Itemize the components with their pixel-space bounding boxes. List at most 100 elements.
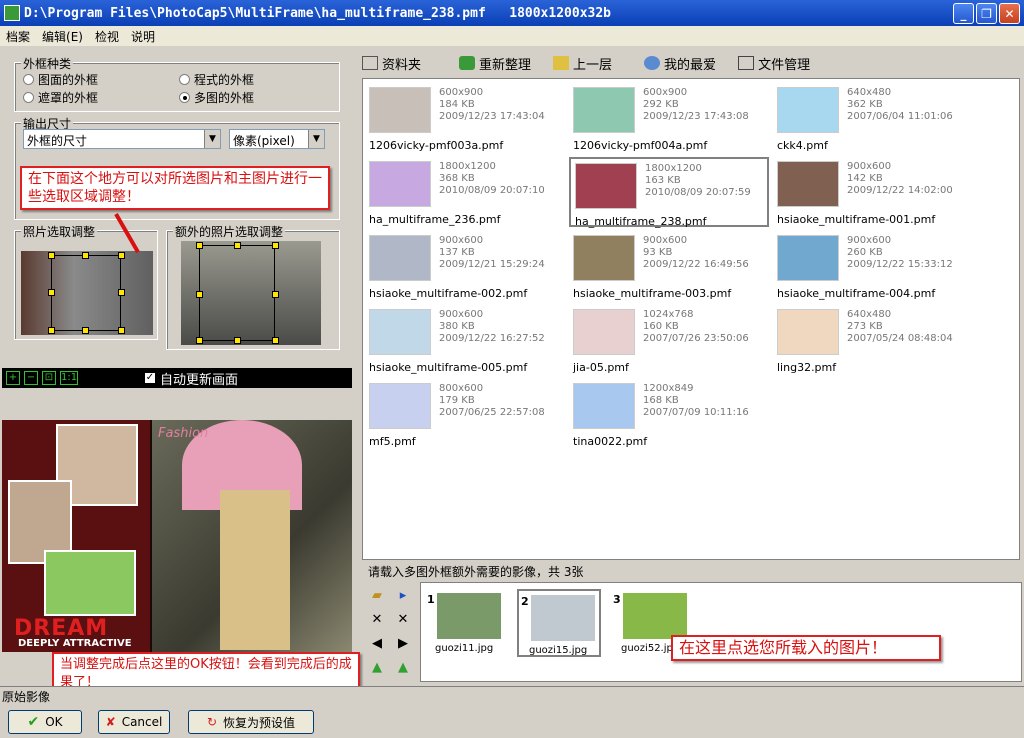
file-date: 2007/07/26 23:50:06	[643, 333, 749, 344]
file-thumbnail	[777, 235, 839, 281]
load-icon[interactable]: ▸	[394, 588, 412, 604]
file-date: 2007/05/24 08:48:04	[847, 333, 953, 344]
resize-handle[interactable]	[118, 327, 125, 334]
extra-image-slot-selected[interactable]: 2 guozi15.jpg	[517, 589, 601, 657]
rotate-right-icon[interactable]: ▲	[394, 660, 412, 676]
selection-box[interactable]	[199, 245, 275, 341]
minimize-button[interactable]: _	[953, 3, 974, 24]
file-dims: 900x600	[439, 309, 484, 320]
close-button[interactable]: ✕	[999, 3, 1020, 24]
file-meta: 1800x1200 163 KB 2010/08/09 20:07:59	[645, 163, 751, 199]
rotate-left-icon[interactable]: ▲	[368, 660, 386, 676]
file-meta: 600x900 184 KB 2009/12/23 17:43:04	[439, 87, 545, 123]
open-folder-icon[interactable]: ▰	[368, 588, 386, 604]
check-icon: ✔	[27, 714, 40, 730]
resize-handle[interactable]	[82, 252, 89, 259]
menu-file[interactable]: 档案	[6, 28, 30, 45]
resize-handle[interactable]	[118, 289, 125, 296]
unit-select[interactable]: 像素(pixel) ▼	[229, 129, 325, 149]
resize-handle[interactable]	[234, 242, 241, 249]
selection-box[interactable]	[51, 255, 121, 331]
delete-all-icon[interactable]: ✕	[394, 612, 412, 628]
resize-handle[interactable]	[48, 327, 55, 334]
file-manager-button[interactable]: 文件管理	[738, 54, 810, 73]
file-item[interactable]: 1200x849 168 KB 2007/07/09 10:11:16 tina002…	[569, 379, 769, 449]
radio-image-frame[interactable]: 图面的外框	[23, 71, 98, 88]
favorites-label: 我的最爱	[664, 57, 717, 73]
resize-handle[interactable]	[48, 289, 55, 296]
zoom-in-icon[interactable]: +	[6, 371, 20, 385]
file-item[interactable]: 1800x1200 368 KB 2010/08/09 20:07:10 ha_mul…	[365, 157, 565, 227]
file-size: 260 KB	[847, 247, 883, 258]
size-select[interactable]: 外框的尺寸 ▼	[23, 129, 221, 149]
photo-adjust-title: 照片选取调整	[21, 223, 98, 240]
resize-handle[interactable]	[196, 242, 203, 249]
resize-handle[interactable]	[272, 242, 279, 249]
file-item[interactable]: 640x480 362 KB 2007/06/04 11:01:06 ckk4.pmf	[773, 83, 973, 153]
up-level-button[interactable]: 上一层	[553, 54, 612, 73]
fit-window-icon[interactable]: ⊡	[42, 371, 56, 385]
resize-handle[interactable]	[272, 291, 279, 298]
photo-adjust-preview[interactable]	[21, 251, 153, 335]
file-size: 380 KB	[439, 321, 475, 332]
file-meta: 900x600 93 KB 2009/12/22 16:49:56	[643, 235, 749, 271]
file-size: 292 KB	[643, 99, 679, 110]
status-bar: 原始影像	[0, 686, 1024, 706]
move-left-icon[interactable]: ◀	[368, 636, 386, 652]
zoom-out-icon[interactable]: −	[24, 371, 38, 385]
radio-program-frame[interactable]: 程式的外框	[179, 71, 254, 88]
file-size: 137 KB	[439, 247, 475, 258]
file-item[interactable]: 900x600 380 KB 2009/12/22 16:27:52 hsiaoke_…	[365, 305, 565, 375]
resize-handle[interactable]	[196, 291, 203, 298]
resize-handle[interactable]	[234, 337, 241, 344]
file-item[interactable]: 640x480 273 KB 2007/05/24 08:48:04 ling32.p…	[773, 305, 973, 375]
file-item[interactable]: 1800x1200 163 KB 2010/08/09 20:07:59 ha_mul…	[569, 157, 769, 228]
extra-images-status: 请载入多图外框额外需要的影像，共 3张	[368, 565, 584, 579]
file-size: 168 KB	[643, 395, 679, 406]
cancel-button[interactable]: ✘ Cancel	[98, 710, 170, 734]
extra-image-slot[interactable]: 1 guozi11.jpg	[425, 589, 509, 657]
file-item[interactable]: 600x900 184 KB 2009/12/23 17:43:04 1206vick…	[365, 83, 565, 153]
actual-size-icon[interactable]: 1:1	[60, 371, 78, 385]
file-item[interactable]: 900x600 260 KB 2009/12/22 15:33:12 hsiaoke_…	[773, 231, 973, 301]
file-item[interactable]: 900x600 137 KB 2009/12/21 15:29:24 hsiaoke_…	[365, 231, 565, 301]
extra-adjust-preview[interactable]	[181, 241, 321, 345]
auto-update-checkbox[interactable]: ✓	[144, 372, 156, 384]
menu-help[interactable]: 说明	[131, 28, 155, 45]
menu-edit[interactable]: 编辑(E)	[42, 28, 83, 45]
resize-handle[interactable]	[272, 337, 279, 344]
favorites-button[interactable]: 我的最爱	[644, 54, 716, 73]
radio-label: 程式的外框	[194, 73, 255, 87]
menu-view[interactable]: 检视	[95, 28, 119, 45]
resize-handle[interactable]	[48, 252, 55, 259]
refresh-button[interactable]: 重新整理	[459, 54, 531, 73]
slot-number: 3	[613, 593, 621, 606]
delete-icon[interactable]: ✕	[368, 612, 386, 628]
extra-image-thumb	[437, 593, 501, 639]
file-item[interactable]: 1024x768 160 KB 2007/07/26 23:50:06 jia-05.…	[569, 305, 769, 375]
reset-defaults-button[interactable]: ↻ 恢复为预设值	[188, 710, 314, 734]
ok-button[interactable]: ✔ OK	[8, 710, 82, 734]
file-dims: 640x480	[847, 309, 892, 320]
file-item[interactable]: 900x600 142 KB 2009/12/22 14:02:00 hsiaoke_…	[773, 157, 973, 227]
callout-select-hint: 在这里点选您所载入的图片！	[671, 635, 941, 661]
file-item[interactable]: 600x900 292 KB 2009/12/23 17:43:08 1206vick…	[569, 83, 769, 153]
radio-mask-frame[interactable]: 遮罩的外框	[23, 89, 98, 106]
resize-handle[interactable]	[82, 327, 89, 334]
file-dims: 1800x1200	[439, 161, 496, 172]
maximize-button[interactable]: ❐	[976, 3, 997, 24]
file-dims: 1024x768	[643, 309, 694, 320]
move-right-icon[interactable]: ▶	[394, 636, 412, 652]
radio-multi-frame[interactable]: 多图的外框	[179, 89, 254, 106]
resize-handle[interactable]	[118, 252, 125, 259]
file-meta: 640x480 362 KB 2007/06/04 11:01:06	[847, 87, 953, 123]
file-date: 2007/06/04 11:01:06	[847, 111, 953, 122]
radio-dot-selected	[179, 92, 190, 103]
resize-handle[interactable]	[196, 337, 203, 344]
person-figure	[220, 490, 290, 650]
file-size: 142 KB	[847, 173, 883, 184]
file-name: hsiaoke_multiframe-004.pmf	[777, 287, 936, 300]
folder-button[interactable]: 资料夹	[362, 54, 421, 73]
file-item[interactable]: 900x600 93 KB 2009/12/22 16:49:56 hsiaoke_m…	[569, 231, 769, 301]
file-item[interactable]: 800x600 179 KB 2007/06/25 22:57:08 mf5.pmf	[365, 379, 565, 449]
